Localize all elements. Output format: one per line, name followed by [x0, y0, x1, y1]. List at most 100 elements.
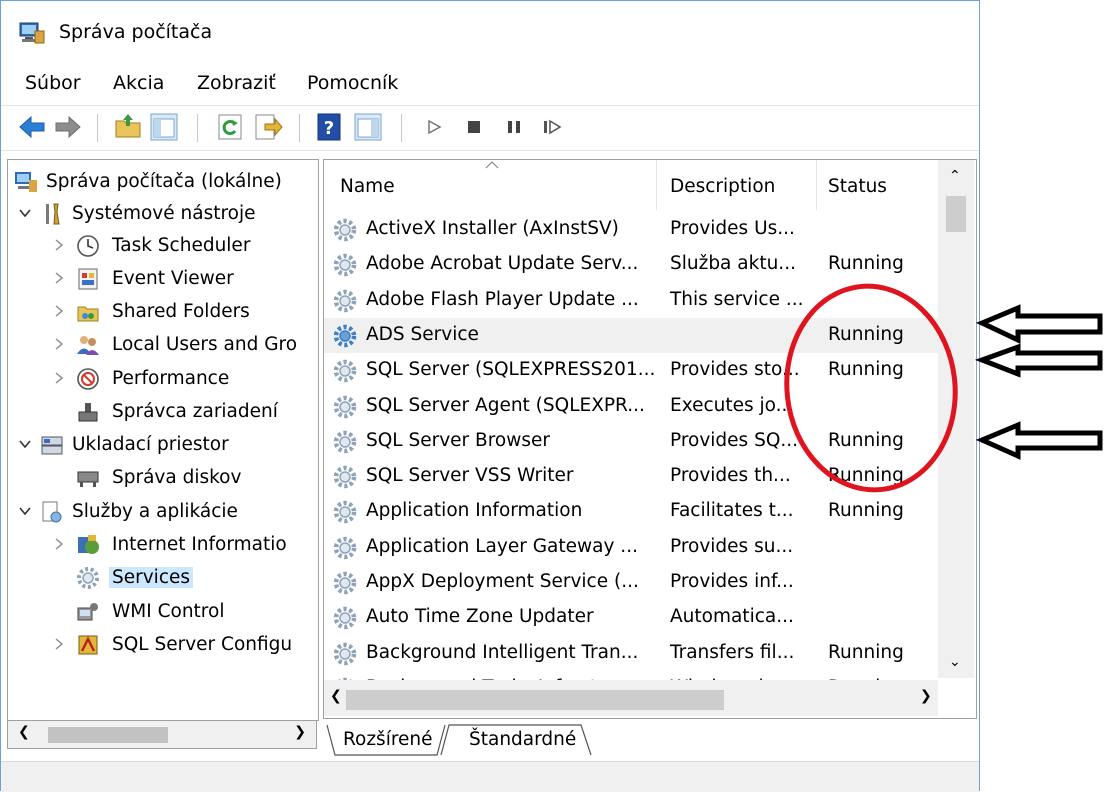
- column-header-name[interactable]: Name: [324, 160, 654, 210]
- table-row[interactable]: Application Layer Gateway ... Provides su…: [324, 530, 938, 565]
- table-row[interactable]: AppX Deployment Service (... Provides inf…: [324, 565, 938, 600]
- service-name: ActiveX Installer (AxInstSV): [366, 218, 619, 239]
- column-header-status[interactable]: Status: [818, 160, 934, 210]
- shared-folder-icon: [77, 306, 99, 322]
- scroll-left-arrow-icon[interactable]: ❮: [330, 688, 342, 704]
- up-folder-icon[interactable]: [113, 112, 143, 142]
- table-row[interactable]: SQL Server (SQLEXPRESS201... Provides sto…: [324, 353, 938, 388]
- service-description: Provides SQ...: [670, 429, 799, 451]
- show-hide-tree-icon[interactable]: [149, 112, 179, 142]
- status-bar: [1, 761, 979, 792]
- storage-icon: [41, 436, 63, 455]
- table-row[interactable]: ActiveX Installer (AxInstSV) Provides Us.…: [324, 212, 938, 247]
- menu-action[interactable]: Akcia: [113, 72, 164, 94]
- service-status: Running: [828, 253, 904, 275]
- disk-management-icon: [77, 471, 99, 487]
- service-status: Running: [828, 429, 904, 451]
- table-row[interactable]: Auto Time Zone Updater Automatica...: [324, 600, 938, 635]
- list-horizontal-scrollbar[interactable]: ❮ ❯: [324, 680, 938, 716]
- services-list: Name Description Status ActiveX Installe…: [323, 159, 977, 719]
- service-name: SQL Server VSS Writer: [366, 465, 574, 487]
- console-tree: Správa počítača (lokálne) Systémové nást…: [7, 159, 319, 721]
- back-arrow-icon[interactable]: [17, 112, 47, 142]
- table-row[interactable]: ADS Service Running: [324, 317, 938, 353]
- service-name: ADS Service: [366, 323, 479, 345]
- export-list-icon[interactable]: [253, 112, 283, 142]
- arrow-annotation: [975, 304, 1103, 344]
- service-status: Running: [828, 359, 904, 381]
- scroll-right-arrow-icon[interactable]: ❯: [920, 688, 932, 704]
- gear-icon: [333, 218, 357, 242]
- service-status: Running: [828, 465, 904, 487]
- table-row[interactable]: SQL Server Browser Provides SQ... Running: [324, 424, 938, 459]
- service-description: Služba aktu...: [670, 253, 796, 275]
- service-description: Provides inf...: [670, 571, 794, 592]
- service-description: Executes jo...: [670, 394, 794, 416]
- scroll-up-arrow-icon[interactable]: ⌃: [949, 168, 961, 184]
- column-header-description[interactable]: Description: [658, 160, 816, 210]
- service-status: Running: [828, 500, 904, 522]
- device-manager-icon: [78, 403, 98, 422]
- chevron-right-icon[interactable]: [52, 271, 66, 285]
- computer-management-icon: [19, 22, 45, 44]
- chevron-down-icon[interactable]: [18, 504, 32, 518]
- menu-file[interactable]: Súbor: [25, 72, 81, 94]
- start-service-icon[interactable]: [419, 112, 449, 142]
- stop-service-icon[interactable]: [459, 112, 489, 142]
- help-icon[interactable]: ?: [315, 112, 345, 142]
- chevron-right-icon[interactable]: [52, 337, 66, 351]
- table-row[interactable]: Application Information Facilitates t... R…: [324, 494, 938, 529]
- forward-arrow-icon[interactable]: [53, 112, 83, 142]
- tree-horizontal-scrollbar[interactable]: ❮ ❯: [7, 721, 317, 749]
- service-description: Facilitates t...: [670, 500, 794, 522]
- table-row[interactable]: SQL Server Agent (SQLEXPR... Executes jo.…: [324, 389, 938, 424]
- tab-extended[interactable]: Rozšírené: [343, 723, 433, 757]
- chevron-right-icon[interactable]: [52, 238, 66, 252]
- chevron-right-icon[interactable]: [52, 304, 66, 318]
- arrow-annotation: [974, 343, 1103, 378]
- chevron-right-icon[interactable]: [52, 637, 66, 651]
- service-name: Background Intelligent Tran...: [366, 641, 639, 663]
- gear-icon: [333, 395, 357, 418]
- table-row[interactable]: Adobe Flash Player Update ... This servic…: [324, 283, 938, 318]
- table-row[interactable]: Background Intelligent Tran... Transfers …: [324, 636, 938, 671]
- computer-management-window: Správa počítača Súbor Akcia Zobraziť Pom…: [0, 0, 980, 792]
- chevron-right-icon[interactable]: [52, 371, 66, 385]
- tools-icon: [46, 203, 60, 225]
- sort-ascending-icon: [485, 161, 499, 169]
- chevron-right-icon[interactable]: [52, 537, 66, 551]
- tab-standard[interactable]: Štandardné: [469, 723, 576, 757]
- service-description: Provides su...: [670, 535, 794, 557]
- list-vertical-scrollbar[interactable]: ⌃ ⌄: [938, 160, 974, 678]
- clock-icon: [77, 235, 99, 257]
- chevron-down-icon[interactable]: [18, 206, 32, 220]
- gear-icon: [333, 324, 357, 348]
- users-icon: [77, 336, 99, 355]
- scrollbar-thumb[interactable]: [48, 727, 168, 743]
- scrollbar-thumb[interactable]: [946, 196, 966, 232]
- scroll-right-arrow-icon[interactable]: ❯: [294, 724, 306, 740]
- gear-icon: [333, 430, 357, 454]
- svg-text:?: ?: [324, 118, 334, 139]
- table-row[interactable]: SQL Server VSS Writer Provides th... Runni…: [324, 459, 938, 494]
- tree-root-label: Správa počítača (lokálne): [46, 171, 282, 192]
- menu-help[interactable]: Pomocník: [307, 72, 398, 94]
- refresh-icon[interactable]: [215, 112, 245, 142]
- menu-view[interactable]: Zobraziť: [197, 72, 276, 94]
- service-name: AppX Deployment Service (...: [366, 571, 639, 592]
- resume-service-icon[interactable]: [537, 112, 567, 142]
- service-description: Transfers fil...: [670, 641, 795, 663]
- menu-bar: Súbor Akcia Zobraziť Pomocník: [1, 69, 979, 101]
- pause-service-icon[interactable]: [499, 112, 529, 142]
- computer-management-icon: [15, 172, 37, 192]
- chevron-down-icon[interactable]: [18, 437, 32, 451]
- scroll-left-arrow-icon[interactable]: ❮: [18, 724, 30, 740]
- service-name: Adobe Acrobat Update Serv...: [366, 253, 639, 275]
- service-name: Auto Time Zone Updater: [366, 606, 594, 628]
- table-row[interactable]: Adobe Acrobat Update Serv... Služba aktu.…: [324, 247, 938, 282]
- scroll-down-arrow-icon[interactable]: ⌄: [949, 654, 961, 670]
- scrollbar-thumb[interactable]: [346, 690, 724, 710]
- gear-icon: [333, 254, 357, 277]
- action-pane-icon[interactable]: [353, 112, 383, 142]
- gear-icon: [77, 567, 99, 589]
